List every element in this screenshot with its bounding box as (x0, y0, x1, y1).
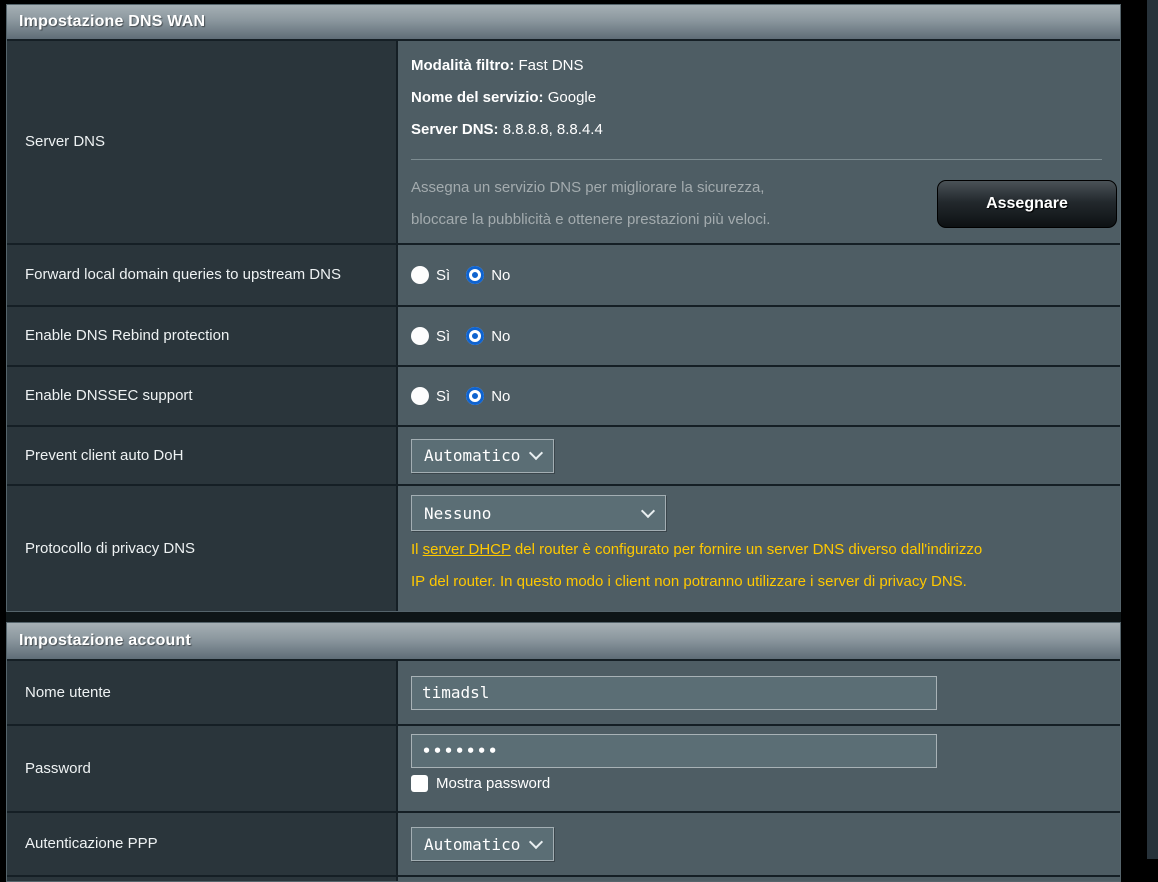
partial-row (7, 875, 1120, 881)
radio-no-label: No (491, 267, 510, 284)
dns-service-description: Assegna un servizio DNS per migliorare l… (411, 172, 770, 236)
password-input[interactable] (411, 734, 937, 768)
server-dns-row: Server DNS Modalità filtro: Fast DNS Nom… (7, 39, 1120, 243)
username-label: Nome utente (7, 661, 398, 724)
service-name-value: Google (544, 89, 597, 106)
radio-yes-label: Sì (436, 267, 450, 284)
ppp-auth-label: Autenticazione PPP (7, 813, 398, 875)
right-edge-strip (1147, 0, 1158, 859)
forward-queries-label: Forward local domain queries to upstream… (7, 245, 398, 305)
dhcp-server-link[interactable]: server DHCP (423, 541, 511, 558)
filter-mode-value: Fast DNS (514, 57, 583, 74)
show-password-label: Mostra password (436, 775, 550, 792)
radio-yes[interactable] (411, 266, 429, 284)
radio-yes[interactable] (411, 387, 429, 405)
server-dns-label: Server DNS (7, 41, 398, 243)
radio-no[interactable] (466, 387, 484, 405)
show-password-checkbox[interactable] (411, 775, 428, 792)
service-name-label: Nome del servizio: (411, 89, 544, 106)
filter-mode-line: Modalità filtro: Fast DNS (411, 57, 1120, 74)
radio-yes[interactable] (411, 327, 429, 345)
assign-button[interactable]: Assegnare (937, 180, 1117, 228)
chevron-down-icon (529, 834, 543, 848)
radio-no[interactable] (466, 266, 484, 284)
radio-yes-label: Sì (436, 388, 450, 405)
forward-queries-row: Forward local domain queries to upstream… (7, 243, 1120, 305)
ppp-auth-row: Autenticazione PPP Automatico (7, 811, 1120, 875)
service-name-line: Nome del servizio: Google (411, 89, 1120, 106)
dns-settings-table: Impostazione DNS WAN Server DNS Modalità… (6, 4, 1121, 612)
server-dns-value-cell: Modalità filtro: Fast DNS Nome del servi… (398, 41, 1120, 243)
dnssec-label: Enable DNSSEC support (7, 367, 398, 425)
username-row: Nome utente (7, 659, 1120, 724)
filter-mode-label: Modalità filtro: (411, 57, 514, 74)
dns-rebind-row: Enable DNS Rebind protection Sì No (7, 305, 1120, 365)
dhcp-warning-text: Il server DHCP del router è configurato … (411, 534, 1120, 598)
doh-select-value: Automatico (424, 446, 520, 465)
dns-servers-value: 8.8.8.8, 8.8.4.4 (499, 121, 603, 138)
dns-privacy-select[interactable]: Nessuno (411, 495, 666, 531)
chevron-down-icon (641, 503, 655, 517)
section-gap (6, 612, 1121, 622)
dns-privacy-row: Protocollo di privacy DNS Nessuno Il ser… (7, 484, 1120, 611)
doh-label: Prevent client auto DoH (7, 427, 398, 484)
ppp-auth-select[interactable]: Automatico (411, 827, 554, 861)
dnssec-row: Enable DNSSEC support Sì No (7, 365, 1120, 425)
radio-no[interactable] (466, 327, 484, 345)
username-input[interactable] (411, 676, 937, 710)
dns-privacy-select-value: Nessuno (424, 504, 491, 523)
password-label: Password (7, 726, 398, 811)
account-settings-title: Impostazione account (7, 623, 1120, 659)
dns-servers-line: Server DNS: 8.8.8.8, 8.8.4.4 (411, 121, 1120, 138)
divider (411, 159, 1102, 160)
dns-servers-label: Server DNS: (411, 121, 499, 138)
doh-select[interactable]: Automatico (411, 439, 554, 473)
radio-no-label: No (491, 388, 510, 405)
password-row: Password Mostra password (7, 724, 1120, 811)
chevron-down-icon (529, 446, 543, 460)
dns-privacy-label: Protocollo di privacy DNS (7, 486, 398, 611)
account-settings-table: Impostazione account Nome utente Passwor… (6, 622, 1121, 882)
dns-rebind-label: Enable DNS Rebind protection (7, 307, 398, 365)
radio-no-label: No (491, 328, 510, 345)
ppp-auth-select-value: Automatico (424, 835, 520, 854)
radio-yes-label: Sì (436, 328, 450, 345)
dns-settings-title: Impostazione DNS WAN (7, 5, 1120, 39)
settings-page: Impostazione DNS WAN Server DNS Modalità… (6, 4, 1121, 882)
doh-row: Prevent client auto DoH Automatico (7, 425, 1120, 484)
